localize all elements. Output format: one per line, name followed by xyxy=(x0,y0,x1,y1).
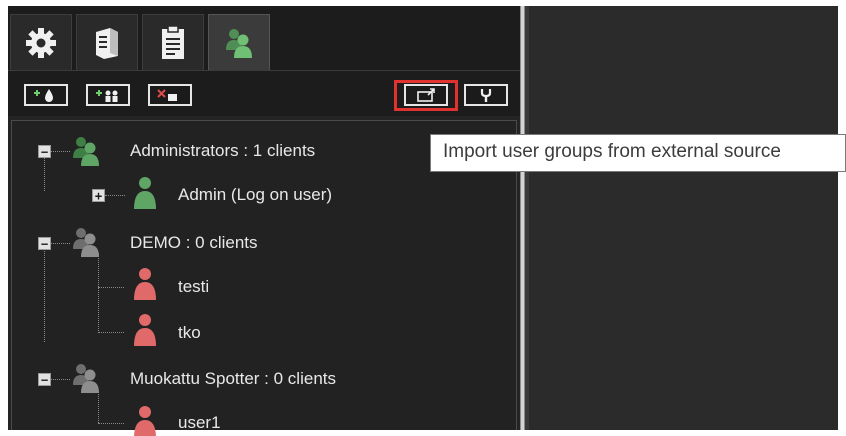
tab-user-groups[interactable] xyxy=(208,14,270,70)
tree-group-muokattu-spotter[interactable]: Muokattu Spotter : 0 clients xyxy=(130,361,336,397)
tree-user-user1[interactable]: user1 xyxy=(178,405,221,436)
add-user-button[interactable] xyxy=(24,84,68,106)
left-pane: − Administrators : 1 clients + Admin (Lo… xyxy=(8,6,520,436)
tooltip-text: Import user groups from external source xyxy=(443,141,781,162)
tab-servers[interactable] xyxy=(76,14,138,70)
tab-reports[interactable] xyxy=(142,14,204,70)
gear-icon xyxy=(26,27,56,58)
server-icon xyxy=(96,27,118,59)
settings-button[interactable] xyxy=(464,84,508,106)
user-group-icon xyxy=(73,137,99,166)
tree-user-testi[interactable]: testi xyxy=(178,269,209,305)
remove-button[interactable] xyxy=(148,84,192,106)
tree-group-demo[interactable]: DEMO : 0 clients xyxy=(130,225,258,261)
tab-settings[interactable] xyxy=(10,14,72,70)
user-icon xyxy=(134,177,156,209)
tree-user-label: testi xyxy=(178,277,210,296)
tree-user-label: user1 xyxy=(178,413,221,432)
collapse-toggle[interactable]: − xyxy=(38,145,51,158)
user-icon xyxy=(134,406,156,436)
tree-user-label: tko xyxy=(178,323,201,342)
app-window: − Administrators : 1 clients + Admin (Lo… xyxy=(8,6,838,436)
wrench-icon xyxy=(480,89,492,102)
tab-strip xyxy=(8,6,520,70)
tooltip: Import user groups from external source xyxy=(430,134,846,172)
user-group-icon xyxy=(73,364,99,393)
clipboard-icon xyxy=(162,24,184,59)
user-group-icon xyxy=(226,28,252,58)
expand-toggle[interactable]: + xyxy=(92,189,105,202)
tree-group-label: DEMO : 0 clients xyxy=(130,233,258,252)
toolbar xyxy=(8,70,520,116)
collapse-toggle[interactable]: − xyxy=(38,237,51,250)
tree-user-tko[interactable]: tko xyxy=(178,315,201,351)
tree-user-label: Admin (Log on user) xyxy=(178,185,333,204)
collapse-toggle[interactable]: − xyxy=(38,373,51,386)
tree-group-administrators[interactable]: Administrators : 1 clients xyxy=(130,133,315,169)
add-user-icon xyxy=(34,89,53,102)
tree-group-label: Muokattu Spotter : 0 clients xyxy=(130,369,336,388)
tree-user-admin[interactable]: Admin (Log on user) xyxy=(178,177,332,213)
tree-group-label: Administrators : 1 clients xyxy=(130,141,316,160)
user-icon xyxy=(134,314,156,346)
add-group-button[interactable] xyxy=(86,84,130,106)
user-group-icon xyxy=(73,228,99,257)
import-button-highlight xyxy=(394,80,458,111)
details-pane xyxy=(529,6,838,430)
user-icon xyxy=(134,268,156,300)
add-group-icon xyxy=(96,90,118,102)
remove-icon xyxy=(157,89,177,101)
